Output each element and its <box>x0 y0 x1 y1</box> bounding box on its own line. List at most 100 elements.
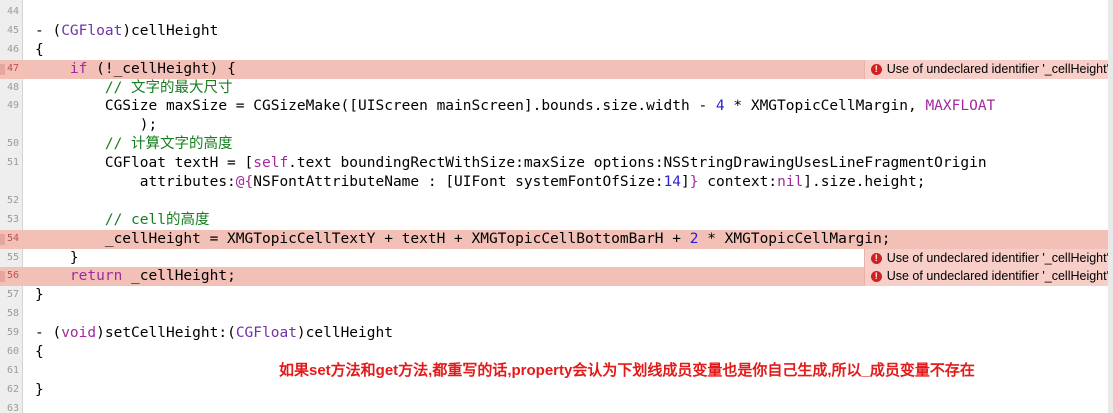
code-token: )cellHeight <box>296 325 393 342</box>
code-text: } <box>35 381 44 400</box>
exclamation-circle-icon: ! <box>870 271 882 283</box>
code-text: { <box>35 343 44 362</box>
code-text: attributes:@{NSFontAttributeName : [UIFo… <box>35 173 926 192</box>
line-number[interactable]: 54 <box>0 230 19 249</box>
code-text: } <box>35 286 44 305</box>
line-number: 50 <box>6 138 19 150</box>
code-token: attributes: <box>35 174 236 191</box>
line-number: 53 <box>6 213 19 225</box>
code-token: 4 <box>715 98 725 115</box>
line-number: 48 <box>6 81 19 93</box>
code-line[interactable]: 60 { <box>0 343 1113 362</box>
code-text: _cellHeight = XMGTopicCellTextY + textH … <box>35 230 891 249</box>
error-message-badge[interactable]: ! Use of undeclared identifier '_cellHeig… <box>863 248 1113 268</box>
line-number[interactable]: 47 <box>0 60 19 79</box>
code-editor[interactable]: 44 45- (CGFloat)cellHeight 46{47 if (!_cel… <box>0 0 1113 413</box>
code-token: ].size.height; <box>803 174 926 191</box>
code-line[interactable]: 59 - (void)setCellHeight:(CGFloat)cellHei… <box>0 324 1113 343</box>
line-number: 52 <box>6 194 19 206</box>
line-number: 55 <box>6 251 19 263</box>
code-token: nil <box>777 174 804 191</box>
code-line[interactable]: 46 { <box>0 41 1113 60</box>
code-token: @{ <box>235 174 254 191</box>
line-number: 62 <box>6 383 19 395</box>
code-line[interactable]: 62} <box>0 381 1113 400</box>
code-line[interactable]: 49 CGSize maxSize = CGSizeMake([UIScreen… <box>0 97 1113 116</box>
code-token: NSFontAttributeName : [UIFont systemFont… <box>253 174 664 191</box>
code-token: { <box>35 344 44 361</box>
code-token: void <box>61 325 97 342</box>
code-line[interactable]: 51 CGFloat textH = [self.text boundingRe… <box>0 154 1113 173</box>
code-line[interactable]: 53 // cell的高度 <box>0 211 1113 230</box>
code-line[interactable]: 54 _cellHeight = XMGTopicCellTextY + tex… <box>0 229 1113 249</box>
code-token: ] <box>681 174 690 191</box>
code-line[interactable]: 50 // 计算文字的高度 <box>0 135 1113 154</box>
code-token: )setCellHeight:( <box>96 325 236 342</box>
code-token: { <box>35 41 44 58</box>
line-number: 58 <box>6 308 19 320</box>
code-line[interactable]: 45 - (CGFloat)cellHeight <box>0 22 1113 41</box>
code-line[interactable]: 57} <box>0 286 1113 305</box>
code-line[interactable]: 63 <box>0 400 1113 413</box>
code-token: // 文字的最大尺寸 <box>35 79 233 96</box>
error-message-badge[interactable]: ! Use of undeclared identifier '_cellHeig… <box>863 59 1113 79</box>
code-token: * XMGTopicCellMargin; <box>698 230 891 247</box>
code-token: - ( <box>35 325 62 342</box>
code-text: ); <box>35 116 157 135</box>
line-number: 44 <box>6 6 19 17</box>
exclamation-circle-icon: ! <box>870 63 882 75</box>
code-text: - (CGFloat)cellHeight <box>35 22 218 41</box>
code-token: } <box>35 381 44 398</box>
line-number: 46 <box>6 43 19 55</box>
error-message-text: Use of undeclared identifier '_cellHeigh… <box>886 250 1109 265</box>
code-text: // cell的高度 <box>35 211 210 230</box>
line-number[interactable]: 56 <box>0 267 19 286</box>
code-token: CGFloat textH = [ <box>35 155 254 172</box>
code-token: (!_cellHeight) { <box>87 60 236 77</box>
code-token: .text boundingRectWithSize:maxSize optio… <box>288 155 987 172</box>
line-number: 57 <box>6 289 19 301</box>
code-text: return _cellHeight; <box>35 267 236 286</box>
code-token: CGFloat <box>61 22 123 39</box>
vertical-scrollbar[interactable] <box>1108 0 1113 413</box>
code-text: CGFloat textH = [self.text boundingRectW… <box>35 154 987 173</box>
code-token: CGSize maxSize = CGSizeMake([UIScreen ma… <box>35 98 716 115</box>
code-text: - (void)setCellHeight:(CGFloat)cellHeigh… <box>35 324 393 343</box>
code-token: } <box>689 174 699 191</box>
code-token: * XMGTopicCellMargin, <box>724 98 926 115</box>
code-line[interactable]: attributes:@{NSFontAttributeName : [UIFo… <box>0 173 1113 192</box>
code-line[interactable]: 52 <box>0 192 1113 211</box>
error-message-text: Use of undeclared identifier '_cellHeigh… <box>886 61 1109 76</box>
line-number: 45 <box>6 24 19 36</box>
code-text: // 计算文字的高度 <box>35 135 233 154</box>
code-token: } <box>35 249 79 266</box>
code-token: CGFloat <box>235 325 297 342</box>
line-number: 59 <box>6 327 19 339</box>
line-number: 51 <box>6 157 19 169</box>
code-line[interactable]: 55 } ! Use of undeclared identifier '_cell… <box>0 248 1113 268</box>
code-text: { <box>35 41 44 60</box>
code-line[interactable]: 44 <box>0 3 1113 22</box>
code-token: _cellHeight = XMGTopicCellTextY + textH … <box>35 230 690 247</box>
error-message-badge[interactable]: ! Use of undeclared identifier '_cellHeig… <box>863 267 1113 287</box>
code-line[interactable]: ); <box>0 116 1113 135</box>
code-line[interactable]: 48 // 文字的最大尺寸 <box>0 79 1113 98</box>
code-token: if <box>69 60 88 77</box>
code-line[interactable]: 58 <box>0 305 1113 324</box>
annotation-note: 如果set方法和get方法,都重写的话,property会认为下划线成员变量也是… <box>276 361 978 381</box>
code-line[interactable]: 47 if (!_cellHeight) {! Use of undeclared… <box>0 59 1113 79</box>
code-token: MAXFLOAT <box>925 98 996 115</box>
code-text: } <box>35 249 79 268</box>
line-number: 49 <box>6 100 19 112</box>
code-lines: 44 45- (CGFloat)cellHeight 46{47 if (!_cel… <box>0 3 1113 413</box>
code-token: - ( <box>35 22 62 39</box>
code-token: // cell的高度 <box>35 211 210 228</box>
code-token: )cellHeight <box>122 22 219 39</box>
code-text: if (!_cellHeight) { <box>35 60 236 79</box>
code-token: // 计算文字的高度 <box>35 136 233 153</box>
code-line[interactable]: 56 return _cellHeight;! Use of undeclared… <box>0 267 1113 287</box>
code-token: self <box>253 155 289 172</box>
error-message-text: Use of undeclared identifier '_cellHeigh… <box>886 269 1109 284</box>
